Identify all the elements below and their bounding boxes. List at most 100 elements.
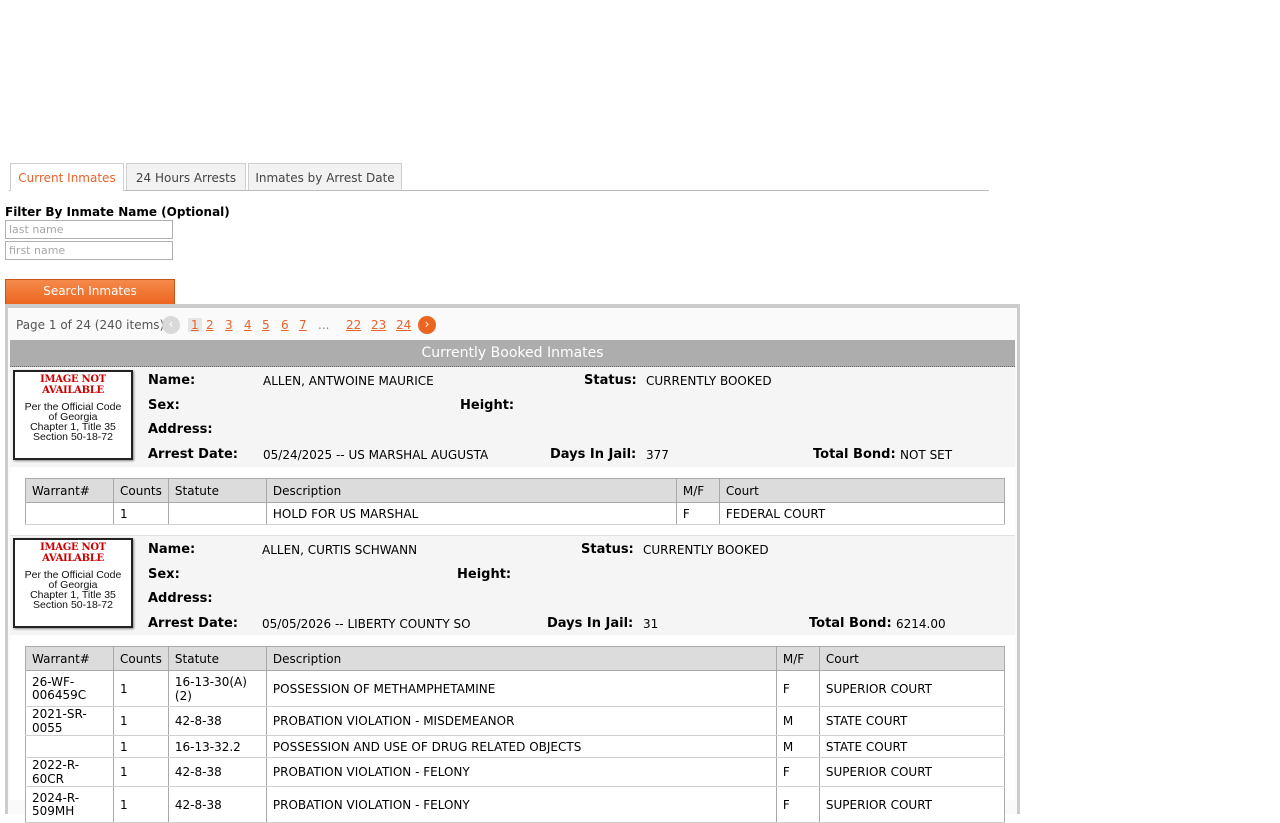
cell-warrant: 2021-SR-0055 — [25, 706, 114, 736]
page-link-2[interactable]: 2 — [206, 318, 214, 332]
cell-statute: 16-13-32.2 — [167, 735, 267, 758]
page-link-1[interactable]: 1 — [188, 318, 202, 332]
inmate-name: ALLEN, ANTWOINE MAURICE — [263, 374, 434, 388]
tab-inmates-by-arrest-date[interactable]: Inmates by Arrest Date — [248, 163, 402, 190]
cell-statute: 42-8-38 — [167, 706, 267, 736]
cell-statute: 16-13-30(A)(2) — [167, 670, 267, 707]
cell-court: STATE COURT — [818, 735, 1006, 758]
status-label: Status: — [584, 373, 637, 388]
first-name-input[interactable] — [5, 241, 173, 260]
filter-label: Filter By Inmate Name (Optional) — [5, 205, 230, 219]
col-statute: Statute — [167, 646, 267, 671]
address-label: Address: — [148, 422, 213, 437]
grid-title: Currently Booked Inmates — [10, 340, 1015, 367]
page-link-22[interactable]: 22 — [346, 318, 361, 332]
charges-table: Warrant# Counts Statute Description M/F … — [25, 478, 1006, 525]
page-link-6[interactable]: 6 — [281, 318, 289, 332]
inmate-status: CURRENTLY BOOKED — [643, 543, 769, 557]
page-ellipsis[interactable]: ... — [318, 318, 329, 332]
cell-description: PROBATION VIOLATION - FELONY — [265, 757, 777, 787]
page-link-5[interactable]: 5 — [262, 318, 270, 332]
cell-court: SUPERIOR COURT — [818, 786, 1006, 823]
cell-counts: 1 — [113, 670, 169, 707]
inmate-record: IMAGE NOT AVAILABLE Per the Official Cod… — [10, 535, 1015, 636]
image-not-available-text: IMAGE NOT AVAILABLE — [40, 542, 106, 564]
table-row: 2022-R-60CR 1 42-8-38 PROBATION VIOLATIO… — [25, 757, 1006, 787]
inmate-arrest-date: 05/24/2025 -- US MARSHAL AUGUSTA — [263, 448, 489, 462]
inmate-arrest-date: 05/05/2026 -- LIBERTY COUNTY SO — [262, 617, 471, 631]
arrest-date-label: Arrest Date: — [148, 616, 238, 631]
tab-strip: Current Inmates 24 Hours Arrests Inmates… — [9, 163, 989, 191]
col-mf: M/F — [675, 478, 720, 503]
cell-counts: 1 — [113, 757, 169, 787]
cell-statute — [167, 502, 267, 525]
col-statute: Statute — [167, 478, 267, 503]
photo-code-line: Section 50-18-72 — [33, 599, 113, 611]
next-page-icon[interactable]: › — [418, 316, 436, 334]
cell-court: SUPERIOR COURT — [818, 757, 1006, 787]
cell-court: STATE COURT — [818, 706, 1006, 736]
inmate-record: IMAGE NOT AVAILABLE Per the Official Cod… — [10, 367, 1015, 467]
page-link-3[interactable]: 3 — [225, 318, 233, 332]
col-court: Court — [818, 646, 1006, 671]
col-description: Description — [265, 478, 677, 503]
photo-code-text: Per the Official Code of Georgia Chapter… — [15, 570, 131, 611]
pager-info: Page 1 of 24 (240 items) — [16, 318, 165, 332]
inmate-days-in-jail: 31 — [643, 617, 659, 631]
name-label: Name: — [148, 373, 196, 388]
cell-court: FEDERAL COURT — [718, 502, 1006, 525]
cell-mf: F — [775, 786, 820, 823]
inmate-name: ALLEN, CURTIS SCHWANN — [262, 543, 418, 557]
name-label: Name: — [148, 542, 196, 557]
inmate-days-in-jail: 377 — [646, 448, 669, 462]
cell-warrant — [25, 735, 114, 758]
col-mf: M/F — [775, 646, 820, 671]
charges-header-row: Warrant# Counts Statute Description M/F … — [25, 478, 1006, 503]
tab-24-hours-arrests[interactable]: 24 Hours Arrests — [126, 163, 246, 190]
cell-description: POSSESSION OF METHAMPHETAMINE — [265, 670, 777, 707]
cell-counts: 1 — [113, 706, 169, 736]
page-link-24[interactable]: 24 — [396, 318, 411, 332]
table-row: 2021-SR-0055 1 42-8-38 PROBATION VIOLATI… — [25, 706, 1006, 736]
page-link-4[interactable]: 4 — [244, 318, 252, 332]
col-court: Court — [718, 478, 1006, 503]
cell-warrant: 26-WF-006459C — [25, 670, 114, 707]
inmate-photo-placeholder: IMAGE NOT AVAILABLE Per the Official Cod… — [13, 538, 133, 628]
search-inmates-button[interactable]: Search Inmates — [5, 279, 175, 305]
image-not-available-text: IMAGE NOT AVAILABLE — [40, 374, 106, 396]
table-row: 1 16-13-32.2 POSSESSION AND USE OF DRUG … — [25, 735, 1006, 758]
cell-mf: F — [675, 502, 720, 525]
height-label: Height: — [460, 398, 515, 413]
col-warrant: Warrant# — [25, 646, 114, 671]
total-bond-label: Total Bond: — [809, 616, 892, 631]
table-row: 26-WF-006459C 1 16-13-30(A)(2) POSSESSIO… — [25, 670, 1006, 707]
photo-code-text: Per the Official Code of Georgia Chapter… — [15, 402, 131, 443]
inmate-total-bond: NOT SET — [900, 448, 953, 462]
cell-description: POSSESSION AND USE OF DRUG RELATED OBJEC… — [265, 735, 777, 758]
cell-counts: 1 — [113, 502, 169, 525]
sex-label: Sex: — [148, 567, 180, 582]
charges-header-row: Warrant# Counts Statute Description M/F … — [25, 646, 1006, 671]
tab-current-inmates[interactable]: Current Inmates — [10, 163, 124, 191]
page-link-23[interactable]: 23 — [371, 318, 386, 332]
cell-warrant — [25, 502, 114, 525]
cell-warrant: 2024-R-509MH — [25, 786, 114, 823]
cell-mf: F — [775, 670, 820, 707]
cell-statute: 42-8-38 — [167, 786, 267, 823]
page-link-7[interactable]: 7 — [299, 318, 307, 332]
cell-court: SUPERIOR COURT — [818, 670, 1006, 707]
last-name-input[interactable] — [5, 220, 173, 239]
cell-description: PROBATION VIOLATION - MISDEMEANOR — [265, 706, 777, 736]
charges-table: Warrant# Counts Statute Description M/F … — [25, 646, 1006, 823]
cell-description: HOLD FOR US MARSHAL — [265, 502, 677, 525]
cell-counts: 1 — [113, 735, 169, 758]
status-label: Status: — [581, 542, 634, 557]
cell-mf: M — [775, 735, 820, 758]
inmate-photo-placeholder: IMAGE NOT AVAILABLE Per the Official Cod… — [13, 370, 133, 460]
prev-page-icon[interactable]: ‹ — [162, 316, 180, 334]
table-row: 1 HOLD FOR US MARSHAL F FEDERAL COURT — [25, 502, 1006, 525]
address-label: Address: — [148, 591, 213, 606]
col-description: Description — [265, 646, 777, 671]
sex-label: Sex: — [148, 398, 180, 413]
height-label: Height: — [457, 567, 512, 582]
